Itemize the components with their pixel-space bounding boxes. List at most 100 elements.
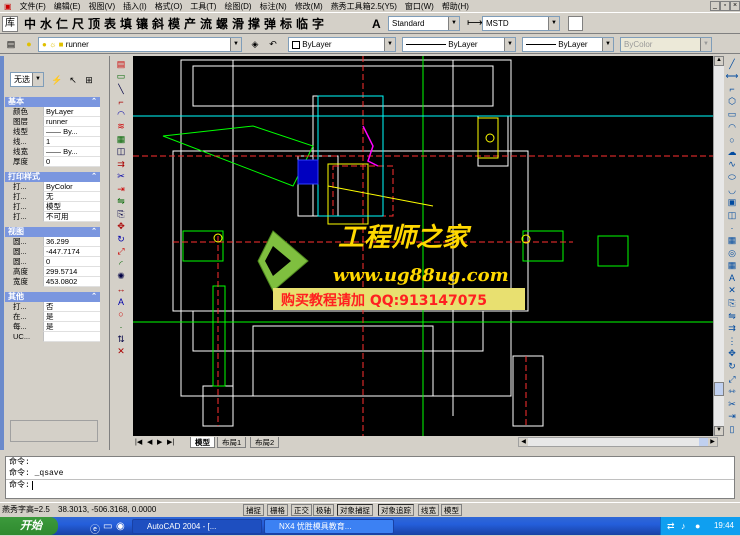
close-icon[interactable]: × <box>730 1 740 11</box>
property-value[interactable]: 453.0802 <box>43 277 100 287</box>
section-header[interactable]: 其他 ⌃ <box>5 292 100 302</box>
collapse-icon[interactable]: ⌃ <box>91 97 97 107</box>
canvas-hscrollbar[interactable]: ◀ ▶ <box>518 437 718 447</box>
lineweight-button[interactable]: 线宽 <box>418 504 439 516</box>
polar-button[interactable]: 极轴 <box>313 504 334 516</box>
property-value[interactable]: 否 <box>43 302 100 312</box>
scroll-thumb[interactable] <box>714 382 724 396</box>
property-value[interactable]: ByLayer <box>43 107 100 117</box>
app-icon[interactable]: ▣ <box>0 2 16 11</box>
linetype-select[interactable]: ByLayer ▼ <box>402 37 516 52</box>
menu-edit[interactable]: 编辑(E) <box>50 1 85 12</box>
tool-chi[interactable]: 尺 <box>70 15 86 33</box>
ortho-button[interactable]: 正交 <box>291 504 312 516</box>
tool-liu[interactable]: 流 <box>198 15 214 33</box>
text-style-icon[interactable]: A <box>372 17 381 31</box>
tool-shui[interactable]: 水 <box>38 15 54 33</box>
quick-select-icon[interactable]: ⚡ <box>50 73 64 87</box>
task-nx4[interactable]: NX4 忧胜模具教育... <box>264 519 394 534</box>
task-autocad[interactable]: AutoCAD 2004 - [... <box>132 519 262 534</box>
tool-ding[interactable]: 顶 <box>86 15 102 33</box>
property-row[interactable]: 线宽 —— By... <box>5 147 100 157</box>
layer-previous-icon[interactable]: ↶ <box>266 37 280 51</box>
property-value[interactable]: ByColor <box>43 182 100 192</box>
menu-help[interactable]: 帮助(H) <box>438 1 473 12</box>
menu-yanxiu[interactable]: 燕秀工具箱2.5(Y5) <box>327 1 401 12</box>
property-value[interactable]: 0 <box>43 157 100 167</box>
select-objects-icon[interactable]: ↖ <box>66 73 80 87</box>
property-value[interactable]: —— By... <box>43 127 100 137</box>
tool-hua[interactable]: 滑 <box>230 15 246 33</box>
pickadd-icon[interactable]: ⊞ <box>82 73 96 87</box>
layer-select[interactable]: ● ☼ ■ runner ▼ <box>38 37 242 52</box>
property-row[interactable]: 打... 不可用 <box>5 212 100 222</box>
property-row[interactable]: 宽度 453.0802 <box>5 277 100 287</box>
property-value[interactable]: —— By... <box>43 147 100 157</box>
erase-icon[interactable]: ✕ <box>114 344 128 359</box>
scroll-down-icon[interactable]: ▼ <box>714 426 724 436</box>
property-row[interactable]: 每... 是 <box>5 322 100 332</box>
property-row[interactable]: 圆... 0 <box>5 257 100 267</box>
scroll-up-icon[interactable]: ▲ <box>714 56 724 66</box>
tool-biao2[interactable]: 标 <box>278 15 294 33</box>
tab-layout2[interactable]: 布局2 <box>250 437 280 448</box>
property-row[interactable]: 圆... 36.299 <box>5 237 100 247</box>
layer-manager-icon[interactable]: ▤ <box>4 37 18 51</box>
collapse-icon[interactable]: ⌃ <box>91 172 97 182</box>
section-header[interactable]: 视图 ⌃ <box>5 227 100 237</box>
property-row[interactable]: 打... ByColor <box>5 182 100 192</box>
menu-file[interactable]: 文件(F) <box>16 1 50 12</box>
property-row[interactable]: 打... 否 <box>5 302 100 312</box>
property-value[interactable]: 无 <box>43 192 100 202</box>
restore-icon[interactable]: ▫ <box>720 1 730 11</box>
tray-volume-icon[interactable]: ♪ <box>681 517 686 535</box>
tab-next-icon[interactable]: ▶ <box>157 438 162 446</box>
tool-tian[interactable]: 填 <box>118 15 134 33</box>
property-value[interactable] <box>43 332 100 342</box>
property-value[interactable]: 不可用 <box>43 212 100 222</box>
scroll-left-icon[interactable]: ◀ <box>519 438 528 446</box>
minimize-icon[interactable]: _ <box>710 1 720 11</box>
tool-mo[interactable]: 模 <box>166 15 182 33</box>
menu-format[interactable]: 格式(O) <box>151 1 187 12</box>
property-row[interactable]: 在... 是 <box>5 312 100 322</box>
scroll-right-icon[interactable]: ▶ <box>708 438 717 446</box>
property-row[interactable]: 线型 —— By... <box>5 127 100 137</box>
tool-xiang[interactable]: 镶 <box>134 15 150 33</box>
quicklaunch-media-icon[interactable]: ◉ <box>116 521 125 532</box>
property-value[interactable]: 1 <box>43 137 100 147</box>
property-row[interactable]: 颜色 ByLayer <box>5 107 100 117</box>
property-row[interactable]: UC... <box>5 332 100 342</box>
text-style-select[interactable]: Standard ▼ <box>388 16 460 31</box>
quicklaunch-desktop-icon[interactable]: ▭ <box>103 521 112 532</box>
tool-biao[interactable]: 表 <box>102 15 118 33</box>
menu-insert[interactable]: 插入(I) <box>119 1 151 12</box>
lightbulb-icon[interactable]: ● <box>22 37 36 51</box>
tool-dan[interactable]: 弹 <box>262 15 278 33</box>
property-value[interactable]: runner <box>43 117 100 127</box>
tool-luo[interactable]: 螺 <box>214 15 230 33</box>
break-icon[interactable]: ▯ <box>725 422 739 437</box>
tab-prev-icon[interactable]: ◀ <box>147 438 152 446</box>
section-header[interactable]: 基本 ⌃ <box>5 97 100 107</box>
grid-button[interactable]: 栅格 <box>267 504 288 516</box>
property-row[interactable]: 圆... -447.7174 <box>5 247 100 257</box>
tool-lin[interactable]: 临 <box>294 15 310 33</box>
selection-select[interactable]: 无选 ▼ <box>10 72 44 87</box>
collapse-icon[interactable]: ⌃ <box>91 292 97 302</box>
collapse-icon[interactable]: ⌃ <box>91 227 97 237</box>
tab-model[interactable]: 模型 <box>190 437 215 448</box>
tool-zhong[interactable]: 中 <box>22 15 38 33</box>
dim-style-icon[interactable]: ⟼ <box>467 16 483 29</box>
dim-style-select[interactable]: MSTD ▼ <box>482 16 560 31</box>
menu-modify[interactable]: 修改(M) <box>291 1 327 12</box>
tool-zi[interactable]: 字 <box>310 15 326 33</box>
tab-layout1[interactable]: 布局1 <box>217 437 247 448</box>
menu-dimension[interactable]: 标注(N) <box>256 1 291 12</box>
property-value[interactable]: 0 <box>43 257 100 267</box>
tool-ren[interactable]: 仁 <box>54 15 70 33</box>
menu-window[interactable]: 窗口(W) <box>401 1 438 12</box>
property-value[interactable]: -447.7174 <box>43 247 100 257</box>
property-row[interactable]: 厚度 0 <box>5 157 100 167</box>
start-button[interactable]: 开始 <box>0 517 58 535</box>
